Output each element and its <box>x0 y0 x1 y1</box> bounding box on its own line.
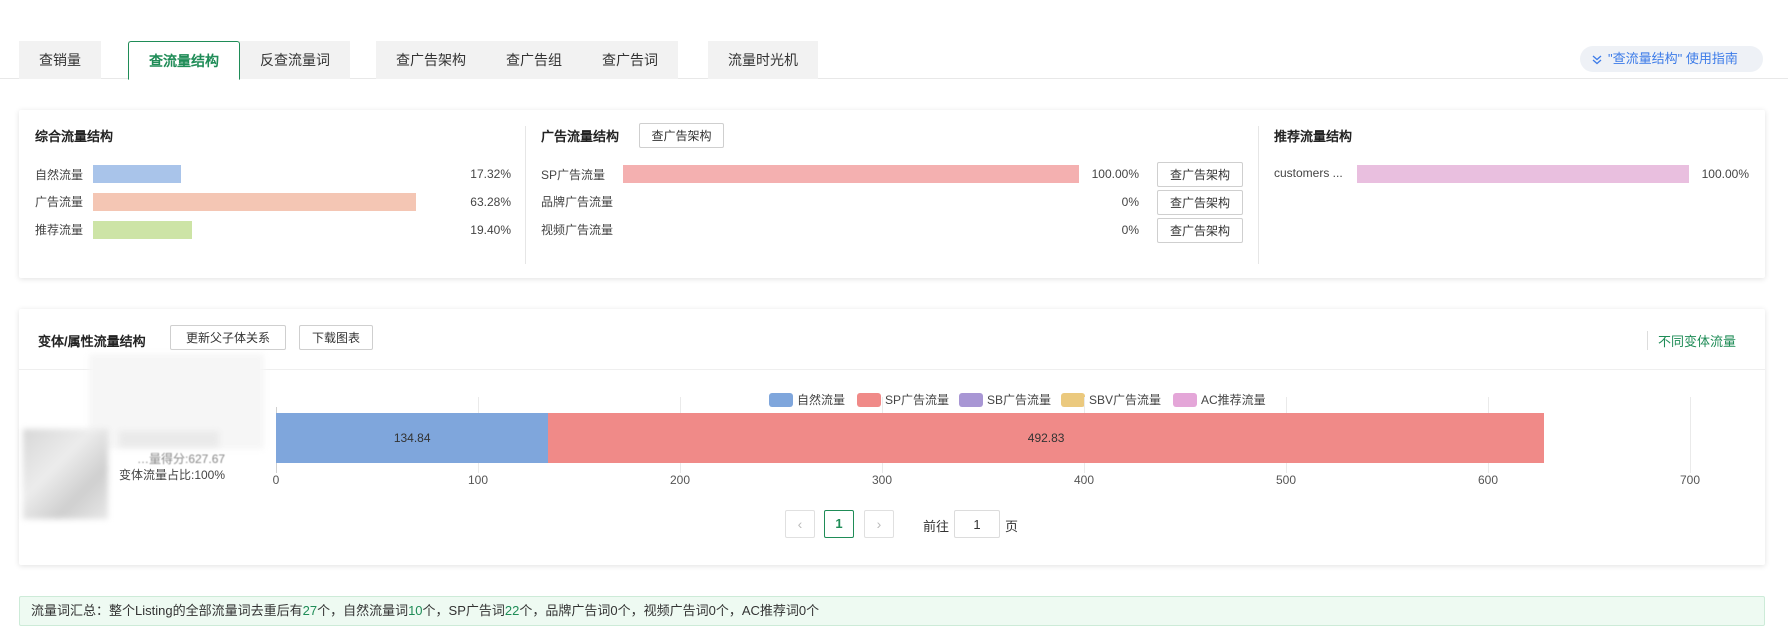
ad-structure-button[interactable]: 查广告架构 <box>639 123 724 148</box>
prev-page-button[interactable]: ‹ <box>785 510 815 538</box>
x-tick-label: 700 <box>1679 473 1701 487</box>
summary-total-count: 27 <box>302 603 318 618</box>
x-tick-label: 100 <box>467 473 489 487</box>
summary-text: 个，SP广告词 <box>422 603 505 618</box>
divider <box>525 126 526 264</box>
ad-brand-structure-button[interactable]: 查广告架构 <box>1157 190 1243 215</box>
tab-group-ads: 查广告架构 查广告组 查广告词 <box>376 41 678 79</box>
x-tick-label: 500 <box>1275 473 1297 487</box>
recommend-traffic-title: 推荐流量结构 <box>1274 129 1353 144</box>
traffic-structure-card: 综合流量结构 自然流量 17.32% 广告流量 63.28% 推荐流量 19.4… <box>19 110 1765 278</box>
keyword-summary-bar: 流量词汇总：整个Listing的全部流量词去重后有27个，自然流量词10个，SP… <box>19 596 1765 626</box>
overall-pct-natural: 17.32% <box>470 167 511 181</box>
page-number-current[interactable]: 1 <box>824 510 854 538</box>
x-gridline <box>1690 397 1691 473</box>
ad-label-brand: 品牌广告流量 <box>541 195 614 209</box>
recommend-label-customers: customers ... <box>1274 166 1343 180</box>
ad-label-video: 视频广告流量 <box>541 223 614 237</box>
ad-pct-video: 0% <box>1121 223 1139 237</box>
tab-sales[interactable]: 查销量 <box>19 41 101 79</box>
x-tick-label: 200 <box>669 473 691 487</box>
overall-label-natural: 自然流量 <box>35 168 84 182</box>
x-tick-label: 0 <box>272 473 280 487</box>
ad-pct-sp: 100.00% <box>1091 167 1139 181</box>
next-page-button[interactable]: › <box>864 510 894 538</box>
tab-traffic-time-machine[interactable]: 流量时光机 <box>708 41 818 79</box>
bar-segment-natural[interactable]: 134.84 <box>276 413 549 463</box>
recommend-bar-customers <box>1357 165 1689 183</box>
recommend-pct-customers: 100.00% <box>1701 167 1749 181</box>
tab-traffic-structure[interactable]: 查流量结构 <box>128 41 240 80</box>
overall-traffic-title: 综合流量结构 <box>35 129 114 144</box>
overall-bar-natural <box>93 165 181 183</box>
chevron-right-icon: › <box>876 516 882 532</box>
variant-structure-card: 变体/属性流量结构 更新父子体关系 下载图表 不同变体流量 自然流量 SP广告流… <box>19 309 1765 565</box>
ad-label-sp: SP广告流量 <box>541 168 606 182</box>
ad-video-structure-button[interactable]: 查广告架构 <box>1157 218 1243 243</box>
overall-label-ads: 广告流量 <box>35 195 84 209</box>
double-chevron-down-icon <box>1592 55 1602 65</box>
overall-label-recommend: 推荐流量 <box>35 223 84 237</box>
usage-guide-label: "查流量结构" 使用指南 <box>1608 51 1738 66</box>
tab-group-traffic: 查流量结构 反查流量词 <box>128 41 350 80</box>
bar-value-label: 492.83 <box>1027 431 1065 445</box>
overall-bar-ads <box>93 193 416 211</box>
page-unit-label: 页 <box>1005 519 1019 534</box>
summary-prefix: 流量词汇总：整个Listing的全部流量词去重后有 <box>31 603 303 618</box>
tab-group-timemachine: 流量时光机 <box>708 41 818 79</box>
tab-group-sales: 查销量 <box>19 41 101 79</box>
goto-label: 前往 <box>923 519 950 534</box>
x-tick-label: 300 <box>871 473 893 487</box>
x-tick-label: 600 <box>1477 473 1499 487</box>
usage-guide-link[interactable]: "查流量结构" 使用指南 <box>1580 46 1763 72</box>
goto-page-input[interactable] <box>954 510 1000 538</box>
bar-segment-sp[interactable]: 492.83 <box>548 413 1544 463</box>
tab-reverse-keywords[interactable]: 反查流量词 <box>240 41 350 79</box>
ad-pct-brand: 0% <box>1121 195 1139 209</box>
summary-text: 个，自然流量词 <box>317 603 409 618</box>
overall-bar-recommend <box>93 221 192 239</box>
divider <box>1258 126 1259 264</box>
x-tick-label: 400 <box>1073 473 1095 487</box>
summary-natural-count: 10 <box>408 603 423 618</box>
summary-sp-count: 22 <box>504 603 520 618</box>
ad-bar-sp <box>623 165 1079 183</box>
ad-sp-structure-button[interactable]: 查广告架构 <box>1157 162 1243 187</box>
overall-pct-ads: 63.28% <box>470 195 511 209</box>
overall-pct-recommend: 19.40% <box>470 223 511 237</box>
tab-ad-structure[interactable]: 查广告架构 <box>376 41 486 79</box>
top-tab-bar: 查销量 查流量结构 反查流量词 查广告架构 查广告组 查广告词 流量时光机 "查… <box>0 0 1788 80</box>
chevron-left-icon: ‹ <box>797 516 803 532</box>
tab-ad-keywords[interactable]: 查广告词 <box>582 41 678 79</box>
bar-value-label: 134.84 <box>393 431 431 445</box>
ad-traffic-title: 广告流量结构 <box>541 129 620 144</box>
tab-ad-group[interactable]: 查广告组 <box>486 41 582 79</box>
summary-text: 个，品牌广告词0个，视频广告词0个，AC推荐词0个 <box>519 603 820 618</box>
